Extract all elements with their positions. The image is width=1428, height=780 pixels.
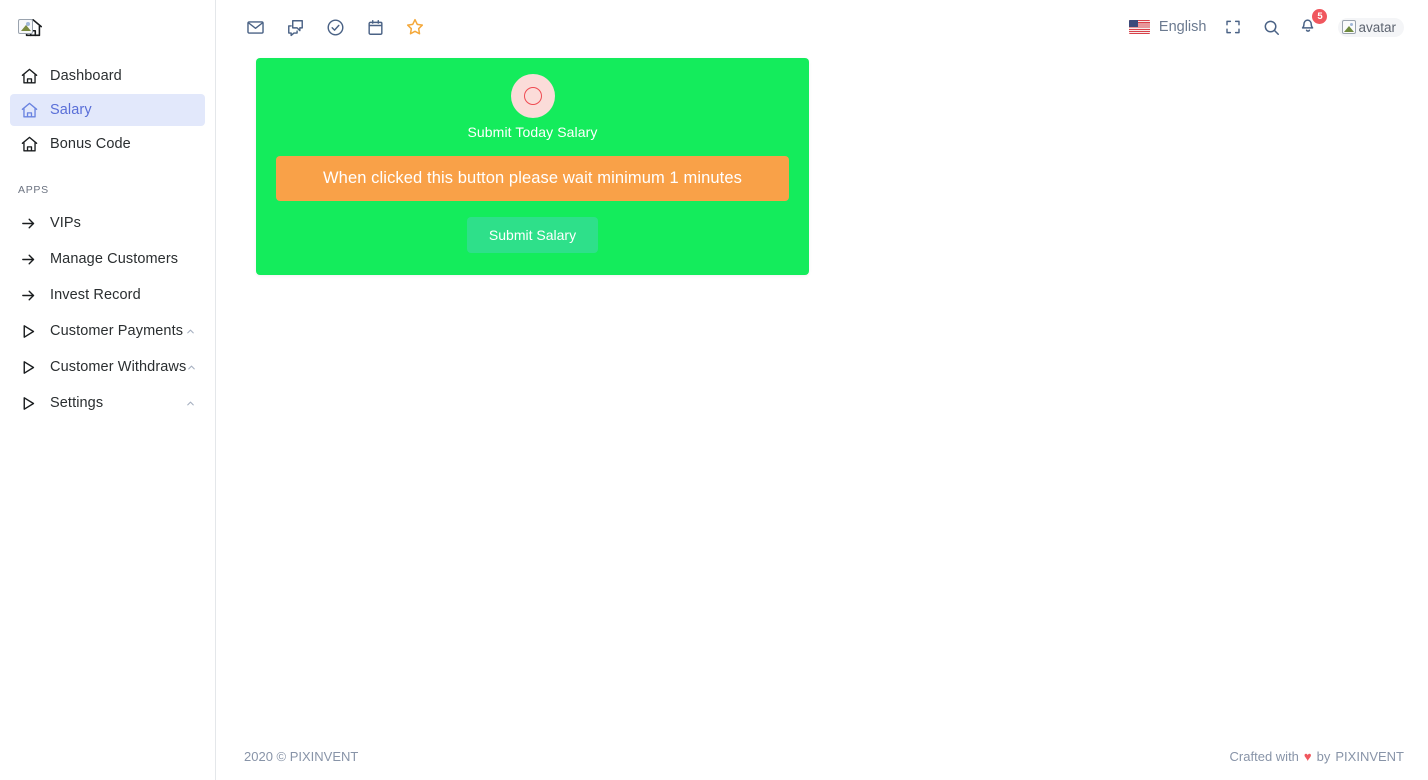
wait-warning-button[interactable]: When clicked this button please wait min… <box>276 156 789 201</box>
sidebar-item-label: VIPs <box>50 215 82 231</box>
avatar-alt-text: avatar <box>1358 19 1396 35</box>
footer-brand-link[interactable]: PIXINVENT <box>1335 749 1404 764</box>
star-icon[interactable] <box>404 16 426 38</box>
footer-credit-suffix: by <box>1316 748 1331 764</box>
sidebar-item-label: Dashboard <box>50 68 122 84</box>
sidebar-item-label: Salary <box>50 102 92 118</box>
sidebar-item-label: Customer Withdraws <box>50 359 187 375</box>
sidebar-item-customer-payments[interactable]: Customer Payments <box>10 314 205 348</box>
chat-icon[interactable] <box>284 16 306 38</box>
chevron-up-icon[interactable] <box>186 362 197 373</box>
mail-icon[interactable] <box>244 16 266 38</box>
card-title: Submit Today Salary <box>467 124 598 140</box>
sidebar-item-vips[interactable]: VIPs <box>10 206 205 240</box>
notification-bell[interactable]: 5 <box>1298 9 1328 39</box>
sidebar-item-bonus-code[interactable]: Bonus Code <box>10 128 205 160</box>
home-icon <box>18 13 48 43</box>
navbar-right-group: English 5 avatar <box>1128 9 1404 39</box>
calendar-icon[interactable] <box>364 16 386 38</box>
sidebar-item-customer-withdraws[interactable]: Customer Withdraws <box>10 350 205 384</box>
search-icon[interactable] <box>1260 16 1282 38</box>
sidebar-item-label: Invest Record <box>50 287 141 303</box>
heart-icon: ♥ <box>1303 748 1312 764</box>
navbar-quick-icons <box>244 16 426 38</box>
arrow-right-icon <box>20 251 46 268</box>
notification-badge: 5 <box>1312 9 1328 24</box>
chevron-up-icon[interactable] <box>183 326 197 337</box>
sidebar-item-salary[interactable]: Salary <box>10 94 205 126</box>
app-root: Dashboard Salary Bonus Code APPS VIPs Ma… <box>0 0 1428 780</box>
home-icon <box>20 135 46 154</box>
fullscreen-icon[interactable] <box>1222 16 1244 38</box>
broken-image-icon <box>1342 20 1357 34</box>
sidebar-section-label: APPS <box>18 184 49 196</box>
sidebar-item-label: Manage Customers <box>50 251 179 267</box>
broken-image-icon <box>18 19 33 34</box>
us-flag-icon <box>1128 20 1150 34</box>
footer-credit: Crafted with ♥ by PIXINVENT <box>1230 749 1404 764</box>
sidebar-item-label: Settings <box>50 395 104 411</box>
sidebar-item-manage-customers[interactable]: Manage Customers <box>10 242 205 276</box>
circle-ring-icon <box>510 74 555 118</box>
submit-salary-button[interactable]: Submit Salary <box>466 217 599 253</box>
sidebar-item-dashboard[interactable]: Dashboard <box>10 60 205 92</box>
sidebar-item-settings[interactable]: Settings <box>10 386 205 420</box>
sidebar-item-invest-record[interactable]: Invest Record <box>10 278 205 312</box>
arrow-right-icon <box>20 287 46 304</box>
sidebar-item-label: Bonus Code <box>50 136 131 152</box>
chevron-up-icon[interactable] <box>183 398 197 409</box>
page-content: Submit Today Salary When clicked this bu… <box>216 54 1428 732</box>
submit-salary-card: Submit Today Salary When clicked this bu… <box>256 58 809 275</box>
home-icon <box>20 101 46 120</box>
sidebar: Dashboard Salary Bonus Code APPS VIPs Ma… <box>0 0 216 780</box>
top-navbar: English 5 avatar <box>216 0 1428 54</box>
sidebar-apps-nav: VIPs Manage Customers Invest Record Cust… <box>0 206 215 420</box>
play-triangle-icon <box>20 359 46 376</box>
language-label: English <box>1158 19 1207 35</box>
footer-copyright: 2020 © PIXINVENT <box>244 748 359 764</box>
check-circle-icon[interactable] <box>324 16 346 38</box>
main-area: English 5 avatar Submit Today Salary Whe… <box>216 0 1428 780</box>
brand-logo[interactable] <box>0 0 215 56</box>
page-footer: 2020 © PIXINVENT Crafted with ♥ by PIXIN… <box>216 732 1428 780</box>
avatar[interactable]: avatar <box>1338 17 1404 37</box>
sidebar-main-nav: Dashboard Salary Bonus Code <box>0 60 215 160</box>
play-triangle-icon <box>20 323 46 340</box>
play-triangle-icon <box>20 395 46 412</box>
sidebar-item-label: Customer Payments <box>50 323 184 339</box>
arrow-right-icon <box>20 215 46 232</box>
footer-credit-prefix: Crafted with <box>1229 748 1299 764</box>
language-selector[interactable]: English <box>1128 19 1207 35</box>
home-icon <box>20 67 46 86</box>
